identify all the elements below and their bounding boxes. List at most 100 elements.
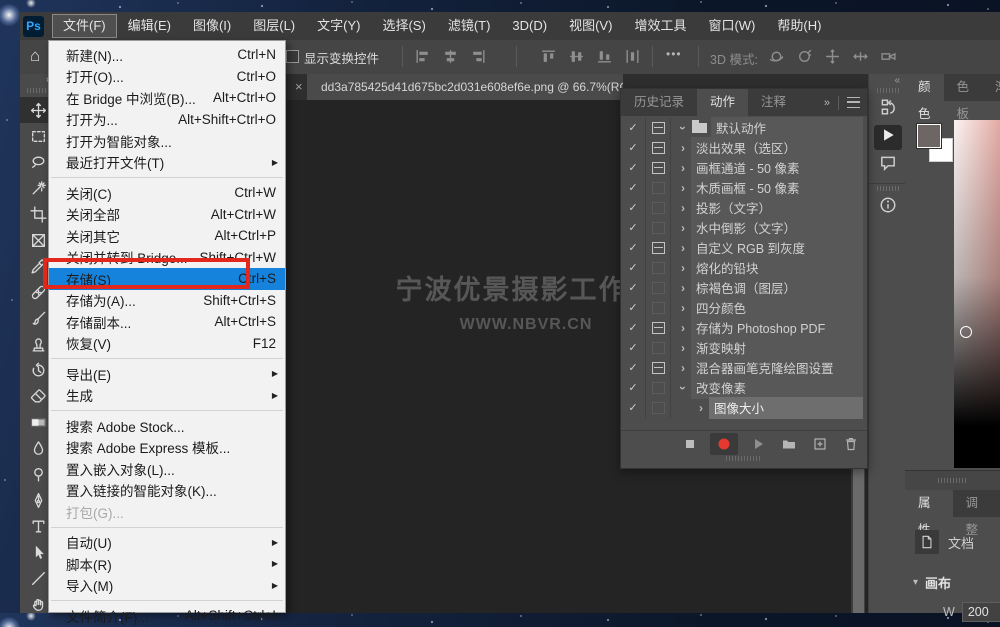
include-checkmark-icon[interactable]: ✓	[621, 358, 646, 378]
menubar-item-3[interactable]: 图层(L)	[242, 14, 306, 38]
3d-pan-icon[interactable]	[824, 48, 841, 70]
menubar-item-7[interactable]: 3D(D)	[501, 14, 558, 38]
file-menu-item-6[interactable]: 关闭(C)Ctrl+W	[49, 182, 285, 204]
file-menu-item-19[interactable]: 置入链接的智能对象(K)...	[49, 480, 285, 502]
include-checkmark-icon[interactable]: ✓	[621, 258, 646, 278]
action-row-9[interactable]: ✓›四分颜色	[621, 298, 867, 318]
align-left-icon[interactable]	[414, 48, 431, 70]
panel-divider[interactable]	[905, 470, 1000, 492]
include-checkmark-icon[interactable]: ✓	[621, 238, 646, 258]
action-row-2[interactable]: ✓›画框通道 - 50 像素	[621, 158, 867, 178]
dialog-toggle-icon[interactable]	[646, 358, 671, 378]
more-options-icon[interactable]: •••	[666, 47, 682, 61]
expand-arrow-icon[interactable]: ›	[676, 120, 690, 136]
document-tab[interactable]: dd3a785425d41d675bc2d031e608ef6e.png @ 6…	[307, 74, 623, 100]
expand-arrow-icon[interactable]: ›	[675, 241, 691, 255]
color-marker[interactable]	[960, 326, 972, 338]
include-checkmark-icon[interactable]: ✓	[621, 118, 646, 138]
distribute-icon[interactable]	[624, 48, 641, 70]
dialog-toggle-icon[interactable]	[646, 118, 671, 138]
expand-arrow-icon[interactable]: ›	[675, 361, 691, 375]
panel-overflow-icon[interactable]: »	[824, 97, 830, 109]
file-menu-item-12[interactable]: 存储副本...Alt+Ctrl+S	[49, 311, 285, 333]
action-row-5[interactable]: ✓›水中倒影（文字）	[621, 218, 867, 238]
action-row-3[interactable]: ✓›木质画框 - 50 像素	[621, 178, 867, 198]
action-row-13[interactable]: ✓›改变像素	[621, 378, 867, 398]
drag-grip[interactable]	[621, 454, 867, 465]
dialog-toggle-icon[interactable]	[646, 298, 671, 318]
tab-1[interactable]: 动作	[697, 89, 748, 116]
file-menu-item-16[interactable]: 搜索 Adobe Stock...	[49, 415, 285, 437]
file-menu-item-2[interactable]: 在 Bridge 中浏览(B)...Alt+Ctrl+O	[49, 87, 285, 109]
menubar-item-2[interactable]: 图像(I)	[182, 14, 242, 38]
dialog-toggle-icon[interactable]	[646, 198, 671, 218]
tab-2[interactable]: 注释	[748, 89, 799, 116]
action-row-6[interactable]: ✓›自定义 RGB 到灰度	[621, 238, 867, 258]
drag-grip[interactable]	[877, 186, 899, 191]
menubar-item-4[interactable]: 文字(Y)	[306, 14, 371, 38]
notes-panel-button[interactable]	[874, 153, 902, 178]
3d-slide-icon[interactable]	[852, 48, 869, 70]
dialog-toggle-icon[interactable]	[646, 158, 671, 178]
dialog-toggle-icon[interactable]	[646, 398, 671, 418]
dialog-toggle-icon[interactable]	[646, 278, 671, 298]
file-menu-item-22[interactable]: 脚本(R)▶	[49, 553, 285, 575]
canvas-section-header[interactable]: ▾ 画布	[913, 573, 951, 592]
new-folder-button[interactable]	[778, 433, 800, 455]
expand-arrow-icon[interactable]: ›	[675, 261, 691, 275]
collapse-panels-icon[interactable]: «	[869, 74, 906, 86]
file-menu-item-4[interactable]: 打开为智能对象...	[49, 130, 285, 152]
drag-grip[interactable]	[877, 88, 899, 93]
menubar-item-5[interactable]: 选择(S)	[371, 14, 436, 38]
props-tab-1[interactable]: 调整	[953, 490, 1000, 517]
action-row-7[interactable]: ✓›熔化的铅块	[621, 258, 867, 278]
3d-zoom-icon[interactable]	[880, 48, 897, 70]
expand-arrow-icon[interactable]: ›	[693, 401, 709, 415]
dialog-toggle-icon[interactable]	[646, 318, 671, 338]
show-transform-checkbox[interactable]	[286, 50, 299, 63]
file-menu-item-15[interactable]: 生成▶	[49, 385, 285, 407]
expand-arrow-icon[interactable]: ›	[675, 201, 691, 215]
include-checkmark-icon[interactable]: ✓	[621, 158, 646, 178]
action-row-4[interactable]: ✓›投影（文字）	[621, 198, 867, 218]
play-button[interactable]	[747, 433, 769, 455]
align-middle-icon[interactable]	[568, 48, 585, 70]
menubar-item-0[interactable]: 文件(F)	[52, 14, 117, 38]
3d-orbit-icon[interactable]	[768, 48, 785, 70]
include-checkmark-icon[interactable]: ✓	[621, 198, 646, 218]
file-menu-item-1[interactable]: 打开(O)...Ctrl+O	[49, 66, 285, 88]
history-panel-button[interactable]	[874, 97, 902, 122]
action-row-14[interactable]: ✓›图像大小	[621, 398, 867, 418]
dialog-toggle-icon[interactable]	[646, 378, 671, 398]
expand-arrow-icon[interactable]: ›	[675, 181, 691, 195]
dialog-toggle-icon[interactable]	[646, 178, 671, 198]
dialog-toggle-icon[interactable]	[646, 138, 671, 158]
file-menu-item-5[interactable]: 最近打开文件(T)▶	[49, 152, 285, 174]
file-menu-item-24[interactable]: 文件简介(F)...Alt+Shift+Ctrl+I	[49, 605, 285, 627]
expand-arrow-icon[interactable]: ›	[675, 281, 691, 295]
menubar-item-1[interactable]: 编辑(E)	[117, 14, 182, 38]
close-icon[interactable]: ×	[295, 79, 303, 94]
include-checkmark-icon[interactable]: ✓	[621, 378, 646, 398]
file-menu-item-7[interactable]: 关闭全部Alt+Ctrl+W	[49, 204, 285, 226]
align-center-h-icon[interactable]	[442, 48, 459, 70]
include-checkmark-icon[interactable]: ✓	[621, 318, 646, 338]
record-button[interactable]	[710, 433, 738, 455]
color-tab-2[interactable]: 渐	[982, 74, 1000, 101]
panel-menu-icon[interactable]	[847, 97, 860, 108]
delete-button[interactable]	[840, 433, 862, 455]
expand-arrow-icon[interactable]: ›	[675, 161, 691, 175]
file-menu-item-18[interactable]: 置入嵌入对象(L)...	[49, 458, 285, 480]
foreground-color-swatch[interactable]	[917, 124, 941, 148]
action-row-10[interactable]: ✓›存储为 Photoshop PDF	[621, 318, 867, 338]
dialog-toggle-icon[interactable]	[646, 238, 671, 258]
include-checkmark-icon[interactable]: ✓	[621, 278, 646, 298]
menubar-item-10[interactable]: 窗口(W)	[697, 14, 766, 38]
file-menu-item-14[interactable]: 导出(E)▶	[49, 363, 285, 385]
action-row-8[interactable]: ✓›棕褐色调（图层）	[621, 278, 867, 298]
align-bottom-icon[interactable]	[596, 48, 613, 70]
include-checkmark-icon[interactable]: ✓	[621, 398, 646, 418]
include-checkmark-icon[interactable]: ✓	[621, 298, 646, 318]
expand-arrow-icon[interactable]: ›	[675, 301, 691, 315]
file-menu-item-23[interactable]: 导入(M)▶	[49, 575, 285, 597]
